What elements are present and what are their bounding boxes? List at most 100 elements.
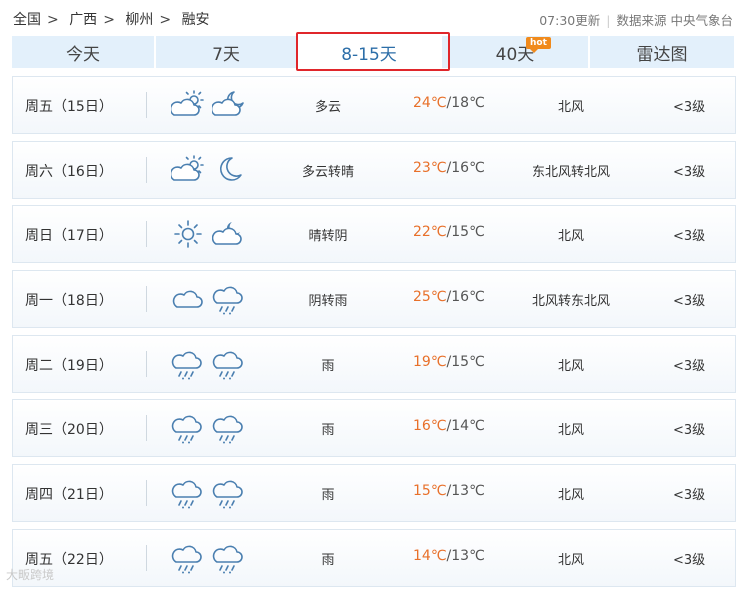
low-temp: /13℃ (446, 483, 485, 500)
wind-level: <3级 (673, 229, 706, 245)
day-label: 周二（19日） (25, 357, 113, 374)
weather-condition: 雨 (321, 423, 335, 439)
temperature: 16℃/14℃ (413, 418, 485, 434)
divider (146, 544, 147, 571)
rain-icon (171, 480, 202, 509)
cloud-icon (172, 290, 203, 308)
high-temp: 22℃ (413, 224, 447, 241)
tab-40-days[interactable]: 40天 hot (442, 36, 588, 68)
breadcrumb-item-province[interactable]: 广西 (69, 12, 97, 28)
temperature: 23℃/16℃ (413, 160, 485, 176)
tab-8-15-days[interactable]: 8-15天 (298, 36, 440, 68)
breadcrumb-item-country[interactable]: 全国 (13, 12, 41, 28)
day-label: 周一（18日） (25, 293, 113, 310)
wind-level: <3级 (673, 552, 706, 568)
wind-direction: 东北风转北风 (531, 164, 610, 180)
low-temp: /16℃ (446, 159, 485, 176)
weather-condition: 阴转雨 (308, 294, 348, 310)
partly-cloudy-day-icon (171, 154, 204, 181)
rain-icon (212, 416, 243, 444)
weather-condition: 雨 (321, 552, 335, 568)
low-temp: /15℃ (446, 224, 485, 241)
wind-level: <3级 (673, 423, 706, 439)
wind-direction: 北风 (557, 488, 584, 504)
temperature: 25℃/16℃ (413, 289, 485, 305)
temperature: 24℃/18℃ (413, 95, 485, 111)
forecast-tabs: 今天 7天 8-15天 40天 hot 雷达图 (12, 36, 736, 68)
high-temp: 14℃ (413, 547, 447, 564)
forecast-row: 周五（22日）雨 14℃/13℃ 北风 <3级 (12, 528, 736, 587)
breadcrumb-separator: > (159, 12, 172, 28)
tab-label: 雷达图 (636, 44, 688, 65)
rain-icon (171, 416, 202, 444)
divider (146, 92, 147, 118)
rain-icon (171, 545, 202, 574)
divider (146, 156, 147, 183)
forecast-row: 周一（18日） 阴转雨 25℃/16℃ 北风转东北风 <3级 (12, 270, 736, 329)
top-bar: 全国 > 广西 > 柳州 > 融安 07:30更新 | 数据来源 中央气象台 (0, 0, 753, 36)
wind-level: <3级 (673, 294, 706, 310)
source-name: 中央气象台 (670, 13, 733, 28)
weather-condition: 晴转阴 (308, 229, 348, 245)
high-temp: 24℃ (413, 95, 447, 111)
weather-condition: 多云 (314, 100, 341, 115)
tab-today[interactable]: 今天 (12, 36, 154, 68)
partly-cloudy-day-icon (171, 90, 204, 116)
weather-condition: 雨 (321, 488, 335, 504)
wind-level: <3级 (673, 100, 706, 115)
rain-icon (171, 351, 202, 380)
rain-icon (212, 480, 243, 509)
forecast-row: 周五（15日） 多云 24℃/18℃ 北风 <3级 (12, 76, 736, 134)
partly-cloudy-night-icon (212, 91, 244, 116)
hot-badge: hot (526, 37, 551, 53)
cloudy-night-icon (212, 222, 242, 246)
breadcrumb-item-city[interactable]: 柳州 (125, 12, 153, 28)
high-temp: 23℃ (413, 159, 447, 176)
temperature: 14℃/13℃ (413, 548, 485, 564)
day-label: 周五（15日） (25, 99, 113, 115)
wind-direction: 北风 (557, 552, 584, 568)
temperature: 22℃/15℃ (413, 224, 485, 240)
forecast-row: 周二（19日） 雨 19℃/15℃ 北风 <3级 (12, 334, 736, 393)
source-label: 数据来源 (616, 13, 667, 28)
forecast-list: 周五（15日） 多云 24℃/18℃ 北风 <3级 周六（16日） 多云转晴 23℃/16℃ 东… (12, 76, 736, 594)
forecast-row: 周日（17日） 晴转阴 22℃/15℃ 北风 <3级 (12, 205, 736, 264)
wind-direction: 北风 (557, 100, 584, 115)
wind-direction: 北风 (557, 423, 584, 439)
tab-radar[interactable]: 雷达图 (590, 36, 734, 68)
breadcrumb-separator: > (103, 12, 115, 28)
high-temp: 25℃ (413, 289, 447, 306)
temperature: 15℃/13℃ (413, 483, 485, 499)
low-temp: /15℃ (446, 353, 485, 370)
day-label: 周三（20日） (25, 422, 113, 439)
rain-icon (212, 351, 243, 380)
wind-level: <3级 (673, 488, 706, 504)
forecast-row: 周四（21日） 雨 15℃/13℃ 北风 <3级 (12, 464, 736, 523)
divider (146, 286, 147, 313)
wind-direction: 北风 (557, 358, 584, 374)
tab-label: 7天 (212, 44, 240, 65)
low-temp: /13℃ (446, 547, 485, 564)
wind-direction: 北风 (557, 229, 584, 245)
high-temp: 15℃ (413, 483, 447, 500)
forecast-row: 周六（16日） 多云转晴 23℃/16℃ 东北风转北风 <3级 (12, 140, 736, 199)
tab-7-days[interactable]: 7天 (156, 36, 296, 68)
wind-level: <3级 (673, 164, 706, 180)
weather-condition: 雨 (321, 358, 335, 374)
sun-icon (174, 220, 202, 249)
update-meta: 07:30更新 | 数据来源 中央气象台 (539, 13, 733, 28)
breadcrumb: 全国 > 广西 > 柳州 > 融安 (13, 9, 216, 29)
breadcrumb-item-county: 融安 (181, 12, 210, 28)
day-label: 周日（17日） (25, 228, 113, 245)
temperature: 19℃/15℃ (413, 354, 485, 370)
low-temp: /16℃ (446, 289, 485, 306)
weather-condition: 多云转晴 (301, 164, 354, 180)
high-temp: 16℃ (413, 418, 447, 435)
watermark: 大畈跨境 (6, 568, 55, 582)
low-temp: /14℃ (446, 418, 485, 435)
tab-label: 今天 (66, 44, 100, 65)
divider (146, 415, 147, 442)
divider (146, 480, 147, 507)
wind-level: <3级 (673, 358, 706, 374)
breadcrumb-separator: > (47, 12, 59, 28)
